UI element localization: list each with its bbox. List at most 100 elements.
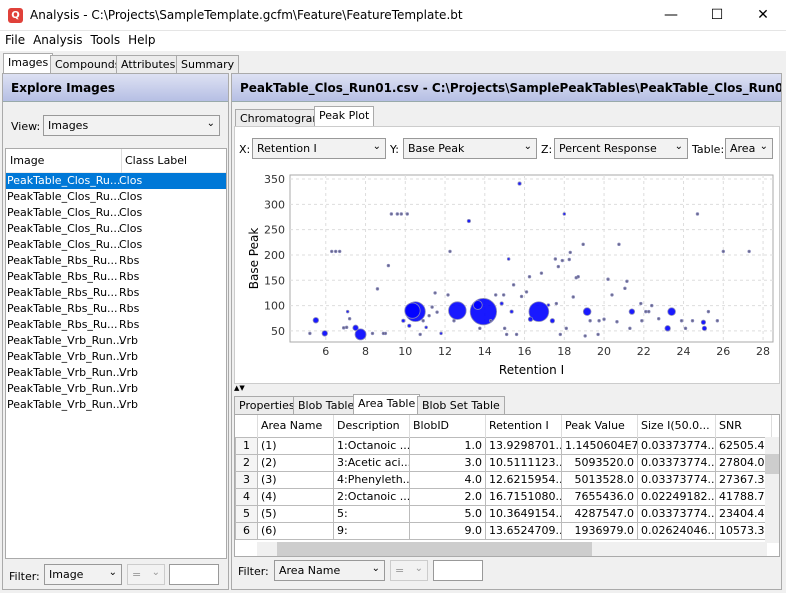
data-point — [439, 331, 443, 336]
view-value: Images — [48, 119, 89, 132]
data-point — [683, 326, 688, 331]
table-cell: 4287547.0 — [561, 504, 638, 523]
data-point — [715, 319, 720, 323]
peak-table-panel: PeakTable_Clos_Run01.csv - C:\Projects\S… — [231, 73, 782, 590]
list-item[interactable]: PeakTable_Clos_Ru... Clos — [6, 237, 226, 253]
table-cell: 41788.771 — [715, 487, 772, 506]
column-header-image[interactable]: Image — [10, 149, 44, 173]
tab-compounds[interactable]: Compounds — [50, 55, 126, 73]
y-tick-label: 100 — [264, 300, 285, 313]
table-row[interactable]: 4 (4) 2:Octanoic ... 2.0 16.7151080... 765543… — [235, 487, 772, 506]
chevron-down-icon: ⌄ — [674, 141, 683, 152]
table-row[interactable]: 1 (1) 1:Octanoic ... 1.0 13.9298701... 1.1450… — [235, 436, 772, 455]
filter-operator-select[interactable]: = ⌄ — [390, 560, 428, 581]
view-select[interactable]: Images ⌄ — [43, 115, 220, 136]
menu-help[interactable]: Help — [123, 31, 158, 47]
list-item[interactable]: PeakTable_Rbs_Ru... Rbs — [6, 269, 226, 285]
data-point — [558, 332, 563, 337]
column-header-class-label[interactable]: Class Label — [121, 149, 187, 173]
table-select[interactable]: Area ⌄ — [725, 138, 773, 159]
table-row[interactable]: 3 (3) 4:Phenyleth... 4.0 12.6215954... 501352… — [235, 470, 772, 489]
data-point — [639, 301, 643, 306]
list-item[interactable]: PeakTable_Vrb_Run... Vrb — [6, 365, 226, 381]
tab-peak-plot[interactable]: Peak Plot — [314, 106, 375, 127]
menu-tools[interactable]: Tools — [86, 31, 124, 47]
column-header[interactable] — [235, 415, 258, 437]
column-header[interactable]: Peak Value — [561, 415, 638, 437]
list-item[interactable]: PeakTable_Rbs_Ru... Rbs — [6, 285, 226, 301]
tab-summary[interactable]: Summary — [176, 55, 240, 73]
table-row[interactable]: 2 (2) 3:Acetic aci... 3.0 10.5111123... 50935… — [235, 453, 772, 472]
filter-label: Filter: — [238, 565, 269, 578]
tab-attributes[interactable]: Attributes — [116, 55, 181, 73]
column-header[interactable]: Area Name — [257, 415, 334, 437]
chevron-down-icon: ⌄ — [372, 141, 381, 152]
filter-field-value: Image — [49, 568, 84, 581]
menu-analysis[interactable]: Analysis — [28, 31, 85, 47]
x-axis-select[interactable]: Retention I ⌄ — [252, 138, 386, 159]
image-name: PeakTable_Clos_Ru... — [7, 238, 121, 251]
list-item[interactable]: PeakTable_Vrb_Run... Vrb — [6, 381, 226, 397]
data-point — [511, 283, 516, 287]
horizontal-scrollbar[interactable] — [257, 542, 767, 556]
column-header[interactable]: Size I(50.0... — [637, 415, 716, 437]
list-item[interactable]: PeakTable_Clos_Ru... Clos — [6, 189, 226, 205]
list-item[interactable]: PeakTable_Rbs_Ru... Rbs — [6, 317, 226, 333]
filter-field-select[interactable]: Area Name ⌄ — [274, 560, 385, 581]
list-header: Image Class Label — [6, 149, 226, 173]
data-point — [549, 318, 555, 324]
table-row[interactable]: 5 (5) 5: 5.0 10.3649154... 4287547.0 0.0337377… — [235, 504, 772, 523]
menu-file[interactable]: File — [0, 31, 28, 47]
splitter-arrows-icon[interactable]: ▲▼ — [234, 384, 245, 392]
image-name: PeakTable_Vrb_Run... — [7, 334, 124, 347]
data-point — [514, 332, 519, 337]
maximize-button[interactable]: ☐ — [694, 0, 740, 31]
list-item[interactable]: PeakTable_Clos_Ru... Clos — [6, 173, 226, 189]
data-point — [330, 249, 334, 254]
list-item[interactable]: PeakTable_Clos_Ru... Clos — [6, 205, 226, 221]
y-tick-label: 350 — [264, 173, 285, 186]
data-point — [560, 258, 565, 263]
vertical-scrollbar[interactable] — [765, 437, 779, 543]
tab-properties[interactable]: Properties — [234, 396, 300, 414]
filter-value-input[interactable] — [169, 564, 219, 585]
filter-value-input[interactable] — [433, 560, 483, 581]
close-button[interactable]: ✕ — [740, 0, 786, 31]
y-tick-label: 300 — [264, 198, 285, 211]
column-header[interactable]: Description — [333, 415, 410, 437]
tab-blob-table[interactable]: Blob Table — [293, 396, 360, 414]
data-point — [404, 302, 421, 319]
table-row[interactable]: 6 (6) 9: 9.0 13.6524709... 1936979.0 0.0262404… — [235, 521, 772, 540]
data-point — [352, 324, 359, 331]
z-axis-select[interactable]: Percent Response ⌄ — [554, 138, 688, 159]
data-point — [312, 317, 319, 324]
tab-area-table[interactable]: Area Table — [353, 394, 421, 415]
filter-operator-select[interactable]: = ⌄ — [127, 564, 165, 585]
list-item[interactable]: PeakTable_Vrb_Run... Vrb — [6, 397, 226, 413]
minimize-button[interactable]: — — [648, 0, 694, 31]
class-label: Rbs — [119, 270, 140, 283]
tab-images[interactable]: Images — [3, 53, 54, 74]
image-name: PeakTable_Rbs_Ru... — [7, 286, 118, 299]
list-item[interactable]: PeakTable_Clos_Ru... Clos — [6, 221, 226, 237]
list-item[interactable]: PeakTable_Rbs_Ru... Rbs — [6, 253, 226, 269]
data-point — [347, 317, 352, 321]
chevron-down-icon: ⌄ — [759, 141, 768, 152]
chevron-down-icon: ⌄ — [206, 118, 215, 129]
data-point — [588, 319, 592, 323]
tab-blob-set-table[interactable]: Blob Set Table — [417, 396, 505, 414]
list-item[interactable]: PeakTable_Vrb_Run... Vrb — [6, 333, 226, 349]
column-header[interactable]: BlobID — [409, 415, 486, 437]
filter-field-select[interactable]: Image ⌄ — [44, 564, 122, 585]
list-item[interactable]: PeakTable_Rbs_Ru... Rbs — [6, 301, 226, 317]
table-cell: 3 — [235, 470, 258, 489]
table-cell: 27367.373 — [715, 470, 772, 489]
y-tick-label: 50 — [271, 325, 285, 338]
data-point — [657, 317, 661, 321]
table-cell: 2:Octanoic ... — [333, 487, 410, 506]
data-point — [606, 277, 610, 281]
column-header[interactable]: Retention I — [485, 415, 562, 437]
y-axis-select[interactable]: Base Peak ⌄ — [403, 138, 537, 159]
column-header[interactable]: SNR — [715, 415, 772, 437]
list-item[interactable]: PeakTable_Vrb_Run... Vrb — [6, 349, 226, 365]
